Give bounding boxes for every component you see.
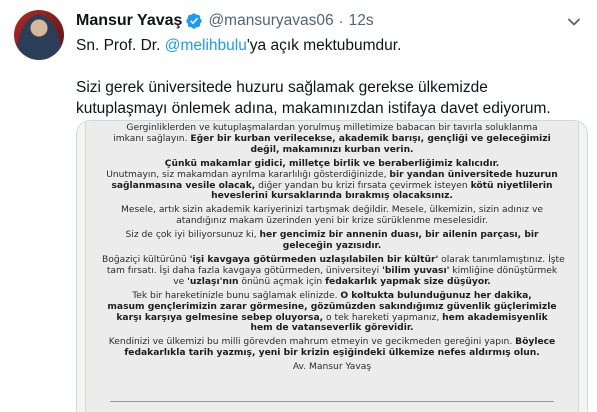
letter-line: Tek bir hareketinizle bunu sağlamak elin… [102,291,562,302]
letter-line: Av. Mansur Yavaş [102,362,562,373]
mention-link[interactable]: @melihbulu [165,37,247,54]
letter-text-run: Unutmayın, siz makamdan ayrılma kararlıl… [106,169,390,180]
letter-line: fedakarlıkla tarih yazmış, yeni bir kriz… [102,348,562,359]
author-avatar[interactable] [14,10,64,60]
letter-line: masum gençlerimizin zarar görmesine, göz… [102,302,562,313]
letter-line: Çünkü makamlar gidici, milletçe birlik v… [102,159,562,170]
tweet-text: Sn. Prof. Dr. @melihbulu'ya açık mektubu… [76,35,581,119]
letter-line: Mesele, artık sizin akademik kariyeriniz… [102,205,562,216]
letter-text: Gerginliklerden ve kutuplaşmalardan yoru… [102,123,565,373]
letter-text-run: kimliğine dönüştürmek [449,265,558,276]
letter-line: tam fırsatı. İşi daha fazla kavgaya götü… [102,266,562,277]
letter-bold-text: 'işi kavgaya götürmeden uzlaşılabilen bi… [189,254,439,265]
letter-line: Siz de çok iyi biliyorsunuz ki, her genc… [102,230,562,241]
tweet-paragraph-2: Sizi gerek üniversitede huzuru sağlamak … [76,79,551,117]
letter-bold-text: bir yandan üniversitede huzurun [389,169,558,180]
letter-text-run: olarak tanımlamıştınız. İşte [438,254,565,265]
tweet-header: Mansur Yavaş @mansuryavas06 · 12s [76,10,374,32]
separator-dot: · [338,12,344,30]
letter-line: sağlanmasına vesile olacak, diğer yandan… [102,181,562,192]
letter-text-run: ve [173,276,188,287]
open-letter: Gerginliklerden ve kutuplaşmalardan yoru… [85,121,579,412]
letter-bottom-rule [110,401,554,402]
chevron-down-icon[interactable] [565,13,583,31]
line1-suffix: 'ya açık mektubumdur. [246,37,402,54]
letter-line: hem de vatanseverlik görevidir. [102,323,562,334]
letter-text-run: Kendinizi ve ülkemizi bu milli görevden … [108,337,516,348]
letter-line: atandığınız makam üzerinden yeni bir kri… [102,216,562,227]
letter-line: ve 'uzlaşı'nın önünü açmak için fedakarl… [102,277,562,288]
letter-text-run: imkanı sağlayın. [113,133,191,144]
letter-bold-text: Eğer bir kurban verilecekse, akademik ba… [190,133,551,144]
letter-bold-text: her gencimiz bir annenin duası, bir aile… [259,230,539,241]
letter-bold-text: karşı karşıya gelmesine sebep oluyorsa, [116,312,324,323]
letter-bold-text: 'uzlaşı'nın [187,276,239,287]
letter-bold-text: geleceğin yazısıdır. [282,241,382,252]
letter-line: Unutmayın, siz makamdan ayrılma kararlıl… [102,170,562,181]
letter-line: heveslerini kursaklarında bırakmış olaca… [102,191,562,202]
letter-bold-text: sağlanmasına vesile olacak, [111,180,256,191]
letter-bold-text: Çünkü makamlar gidici, milletçe birlik v… [164,158,500,169]
letter-bold-text: Böylece [515,337,556,348]
tweet-line-1: Sn. Prof. Dr. @melihbulu'ya açık mektubu… [76,35,581,56]
letter-bold-text: kötü niyetlilerin [470,180,553,191]
letter-line: imkanı sağlayın. Eğer bir kurban verilec… [102,134,562,145]
letter-bold-text: 'bilim yuvası' [382,265,450,276]
letter-line: Boğaziçi kültürünü 'işi kavgaya götürmed… [102,254,565,266]
letter-line: değil, makamınızı kurban verin. [102,145,562,156]
letter-bold-text: değil, makamınızı kurban verin. [250,144,414,155]
letter-text-run: tam fırsatı. İşi daha fazla kavgaya götü… [106,265,383,276]
letter-bold-text: hem de vatanseverlik görevidir. [250,323,414,334]
letter-text-run: Mesele, artık sizin akademik kariyeriniz… [121,205,543,216]
attached-image[interactable]: Gerginliklerden ve kutuplaşmalardan yoru… [76,120,588,412]
verified-badge-icon [185,12,203,30]
letter-text-run: Boğaziçi kültürünü [102,254,190,265]
letter-bold-text: fedakarlık yapmak size düşüyor. [325,276,491,287]
letter-bold-text: O koltukta bulunduğunuz her dakika, [340,290,532,301]
tweet-timestamp[interactable]: 12s [349,12,374,30]
letter-line: karşı karşıya gelmesine sebep oluyorsa, … [102,313,562,324]
letter-text-run: o tek hareketi yapmanız, [323,312,443,323]
line1-prefix: Sn. Prof. Dr. [76,37,165,54]
letter-line: Gerginliklerden ve kutuplaşmalardan yoru… [102,123,562,134]
letter-text-run: Tek bir hareketinizle bunu sağlamak elin… [132,290,341,301]
letter-bold-text: masum gençlerimizin zarar görmesine, göz… [107,301,557,312]
tweet[interactable]: Mansur Yavaş @mansuryavas06 · 12s Sn. Pr… [0,0,597,412]
author-name[interactable]: Mansur Yavaş [76,12,182,30]
author-handle[interactable]: @mansuryavas06 [208,12,333,30]
letter-text-run: Av. Mansur Yavaş [292,362,372,373]
letter-bold-text: fedakarlıkla tarih yazmış, yeni bir kriz… [124,348,540,359]
letter-text-run: Gerginliklerden ve kutuplaşmalardan yoru… [126,123,538,133]
letter-line: Kendinizi ve ülkemizi bu milli görevden … [102,337,562,348]
letter-text-run: önünü açmak için [238,276,326,287]
letter-text-run: diğer yandan bu krizi fırsata çevirmek i… [255,180,471,191]
letter-line: geleceğin yazısıdır. [102,241,562,252]
letter-text-run: atandığınız makam üzerinden yeni bir kri… [176,216,488,227]
letter-text-run: Siz de çok iyi biliyorsunuz ki, [125,230,260,241]
letter-bold-text: hem akademisyenlik [442,312,548,323]
letter-bold-text: heveslerini kursaklarında bırakmış olaca… [211,191,453,202]
